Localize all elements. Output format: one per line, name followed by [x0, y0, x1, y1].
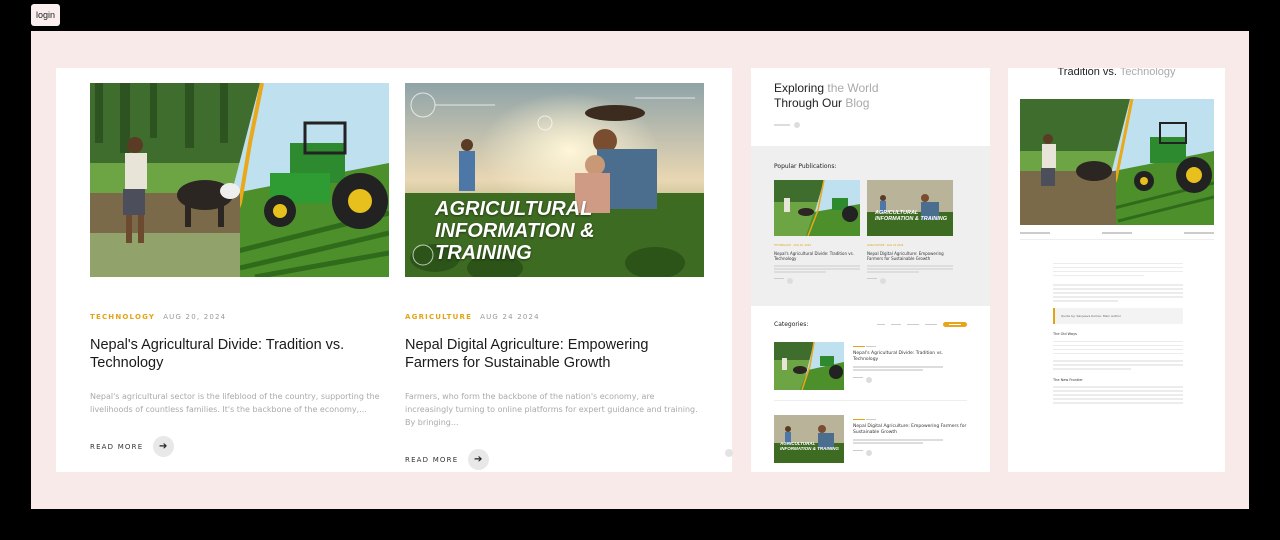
blog-page-preview: Exploring the World Through Our Blog Pop…	[751, 68, 990, 472]
popular-item-meta: AGRICULTURE · AUG 24 2024	[867, 244, 904, 247]
popular-item-excerpt	[774, 265, 860, 273]
popular-item-image[interactable]: AGRICULTURAL INFORMATION & TRAINING	[867, 180, 953, 236]
article-subheading: The New Frontier	[1053, 377, 1083, 382]
article-page-preview: Tradition vs. Technology Quote by: Sanje…	[1008, 68, 1225, 472]
arrow-right-icon[interactable]: ➔	[153, 436, 175, 457]
post-image-caption: AGRICULTURAL INFORMATION & TRAINING	[435, 198, 595, 264]
post-card[interactable]: AGRICULTURAL INFORMATION & TRAINING AGRI…	[405, 83, 704, 470]
arrow-right-icon	[880, 277, 886, 284]
arrow-right-icon	[787, 277, 793, 284]
article-body: Quote by: Sanjeeva Kumar, Main Author Th…	[1053, 260, 1183, 406]
article-meta	[1020, 232, 1214, 240]
category-filter[interactable]	[907, 323, 919, 326]
popular-item-caption: AGRICULTURAL INFORMATION & TRAINING	[875, 210, 948, 222]
popular-title: Popular Publications:	[774, 163, 837, 170]
arrow-right-icon	[794, 122, 800, 128]
category-item-read-more[interactable]	[853, 449, 967, 456]
post-image-tractor[interactable]	[90, 83, 389, 277]
popular-item-image[interactable]	[774, 180, 860, 236]
login-button[interactable]: login	[31, 4, 60, 26]
categories-section: Categories: Nepal's Agricultural Divide:…	[751, 306, 990, 472]
category-list-item[interactable]: Nepal's Agricultural Divide: Tradition v…	[774, 342, 967, 401]
popular-item-read-more[interactable]	[774, 277, 860, 284]
popular-publications: Popular Publications: TECHNOLOGY · AUG 2…	[751, 146, 990, 306]
popular-item-title[interactable]: Nepal's Agricultural Divide: Tradition v…	[774, 251, 860, 261]
blog-hero: Exploring the World Through Our Blog	[751, 68, 990, 146]
category-filter[interactable]	[877, 323, 885, 326]
category-item-caption: AGRICULTURAL INFORMATION & TRAINING	[780, 441, 839, 451]
popular-item[interactable]: TECHNOLOGY · AUG 20, 2024 Nepal's Agricu…	[774, 180, 860, 284]
category-item-title[interactable]: Nepal's Agricultural Divide: Tradition v…	[853, 351, 967, 363]
post-date: AUG 20, 2024	[163, 313, 227, 321]
popular-item-title[interactable]: Nepal Digital Agriculture: Empowering Fa…	[867, 251, 953, 261]
read-more-label: READ MORE	[405, 455, 459, 464]
post-title[interactable]: Nepal Digital Agriculture: Empowering Fa…	[405, 336, 704, 372]
article-subheading: The Old Ways	[1053, 332, 1077, 336]
blog-hero-title: Exploring the World Through Our Blog	[774, 81, 879, 110]
article-quote: Quote by: Sanjeeva Kumar, Main Author	[1053, 307, 1183, 324]
popular-item-read-more[interactable]	[867, 277, 953, 284]
category-filters	[877, 322, 967, 327]
post-card[interactable]: TECHNOLOGY AUG 20, 2024 Nepal's Agricult…	[90, 83, 389, 457]
post-title[interactable]: Nepal's Agricultural Divide: Tradition v…	[90, 336, 389, 372]
category-item-image[interactable]	[774, 342, 844, 390]
carousel-dot[interactable]	[725, 449, 733, 457]
post-excerpt: Farmers, who form the backbone of the na…	[405, 392, 698, 427]
arrow-right-icon	[866, 376, 872, 383]
popular-item-meta: TECHNOLOGY · AUG 20, 2024	[774, 244, 811, 247]
arrow-right-icon[interactable]: ➔	[468, 449, 490, 470]
read-more-link[interactable]: READ MORE ➔	[405, 449, 704, 470]
article-title: Tradition vs. Technology	[1057, 68, 1176, 78]
arrow-right-icon	[866, 449, 872, 456]
categories-title: Categories:	[774, 321, 809, 328]
post-meta: AGRICULTURE AUG 24 2024	[405, 313, 704, 321]
category-item-image[interactable]: AGRICULTURAL INFORMATION & TRAINING	[774, 415, 844, 463]
category-item-meta	[853, 418, 967, 421]
category-item-excerpt	[853, 366, 967, 371]
read-more-label: READ MORE	[90, 442, 144, 451]
post-date: AUG 24 2024	[480, 313, 540, 321]
article-hero-image	[1020, 99, 1214, 225]
preview-frame: TECHNOLOGY AUG 20, 2024 Nepal's Agricult…	[31, 31, 1249, 509]
read-more-link[interactable]: READ MORE ➔	[90, 436, 389, 457]
category-item-meta	[853, 345, 967, 348]
post-excerpt: Nepal's agricultural sector is the lifeb…	[90, 392, 380, 414]
category-filter-active[interactable]	[943, 322, 967, 327]
popular-item-excerpt	[867, 265, 953, 273]
category-item-read-more[interactable]	[853, 376, 967, 383]
post-meta: TECHNOLOGY AUG 20, 2024	[90, 313, 389, 321]
category-filter[interactable]	[925, 323, 937, 326]
category-item-excerpt	[853, 439, 967, 444]
category-list-item[interactable]: AGRICULTURAL INFORMATION & TRAINING Nepa…	[774, 415, 967, 472]
blog-hero-link[interactable]	[774, 122, 967, 128]
blog-carousel: TECHNOLOGY AUG 20, 2024 Nepal's Agricult…	[56, 68, 732, 472]
post-image-training[interactable]: AGRICULTURAL INFORMATION & TRAINING	[405, 83, 704, 277]
popular-item[interactable]: AGRICULTURAL INFORMATION & TRAINING AGRI…	[867, 180, 953, 284]
category-item-title[interactable]: Nepal Digital Agriculture: Empowering Fa…	[853, 424, 967, 436]
post-category[interactable]: TECHNOLOGY	[90, 313, 155, 321]
category-filter[interactable]	[891, 323, 901, 326]
post-category[interactable]: AGRICULTURE	[405, 313, 472, 321]
